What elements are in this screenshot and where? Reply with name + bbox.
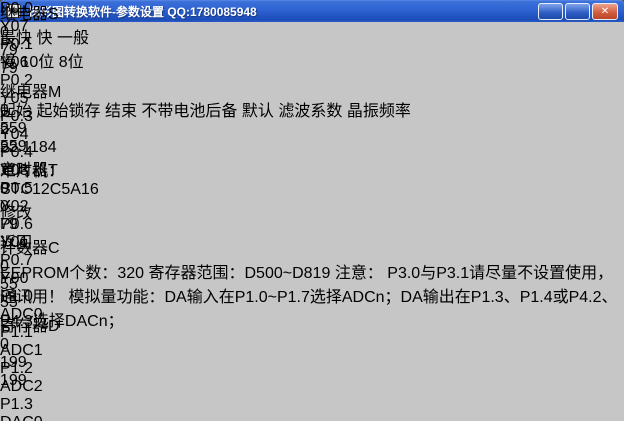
- latch-input-register-d[interactable]: 199: [0, 354, 624, 372]
- latch-input-timer-t[interactable]: 0: [0, 198, 624, 216]
- register-name-relay-s: 继电器S: [0, 0, 624, 24]
- register-name-relay-m: 继电器M: [0, 78, 624, 102]
- main-content: P0.0Y07P0.1Y06P0.2Y05P0.3Y04P0.4Y03P0.5Y…: [0, 0, 624, 331]
- start-value-counter-c: 0: [0, 258, 22, 276]
- register-name-register-d: 寄存器D: [0, 312, 624, 336]
- end-value-relay-m: 559: [0, 138, 40, 156]
- end-value-counter-c: 55: [0, 294, 40, 312]
- start-value-timer-t: 0: [0, 180, 22, 198]
- register-name-counter-c: 计数器C: [0, 234, 624, 258]
- register-name-timer-t: 定时器T: [0, 156, 624, 180]
- end-value-register-d: 199: [0, 372, 40, 390]
- latch-input-relay-m[interactable]: 559: [0, 120, 624, 138]
- register-table: 继电器S07979继电器M0559559定时器T0079计数器C05555寄存器…: [0, 0, 624, 421]
- start-value-relay-m: 0: [0, 102, 22, 120]
- latch-input-relay-s[interactable]: 79: [0, 42, 624, 60]
- start-value-relay-s: 0: [0, 24, 22, 42]
- latch-input-counter-c[interactable]: 55: [0, 276, 624, 294]
- app-window: 梯形图转换软件-参数设置 QQ:1780085948 ✕ P0.0Y07P0.1…: [0, 0, 624, 421]
- end-value-timer-t: 79: [0, 216, 40, 234]
- end-value-relay-s: 79: [0, 60, 40, 78]
- start-value-register-d: 0: [0, 336, 22, 354]
